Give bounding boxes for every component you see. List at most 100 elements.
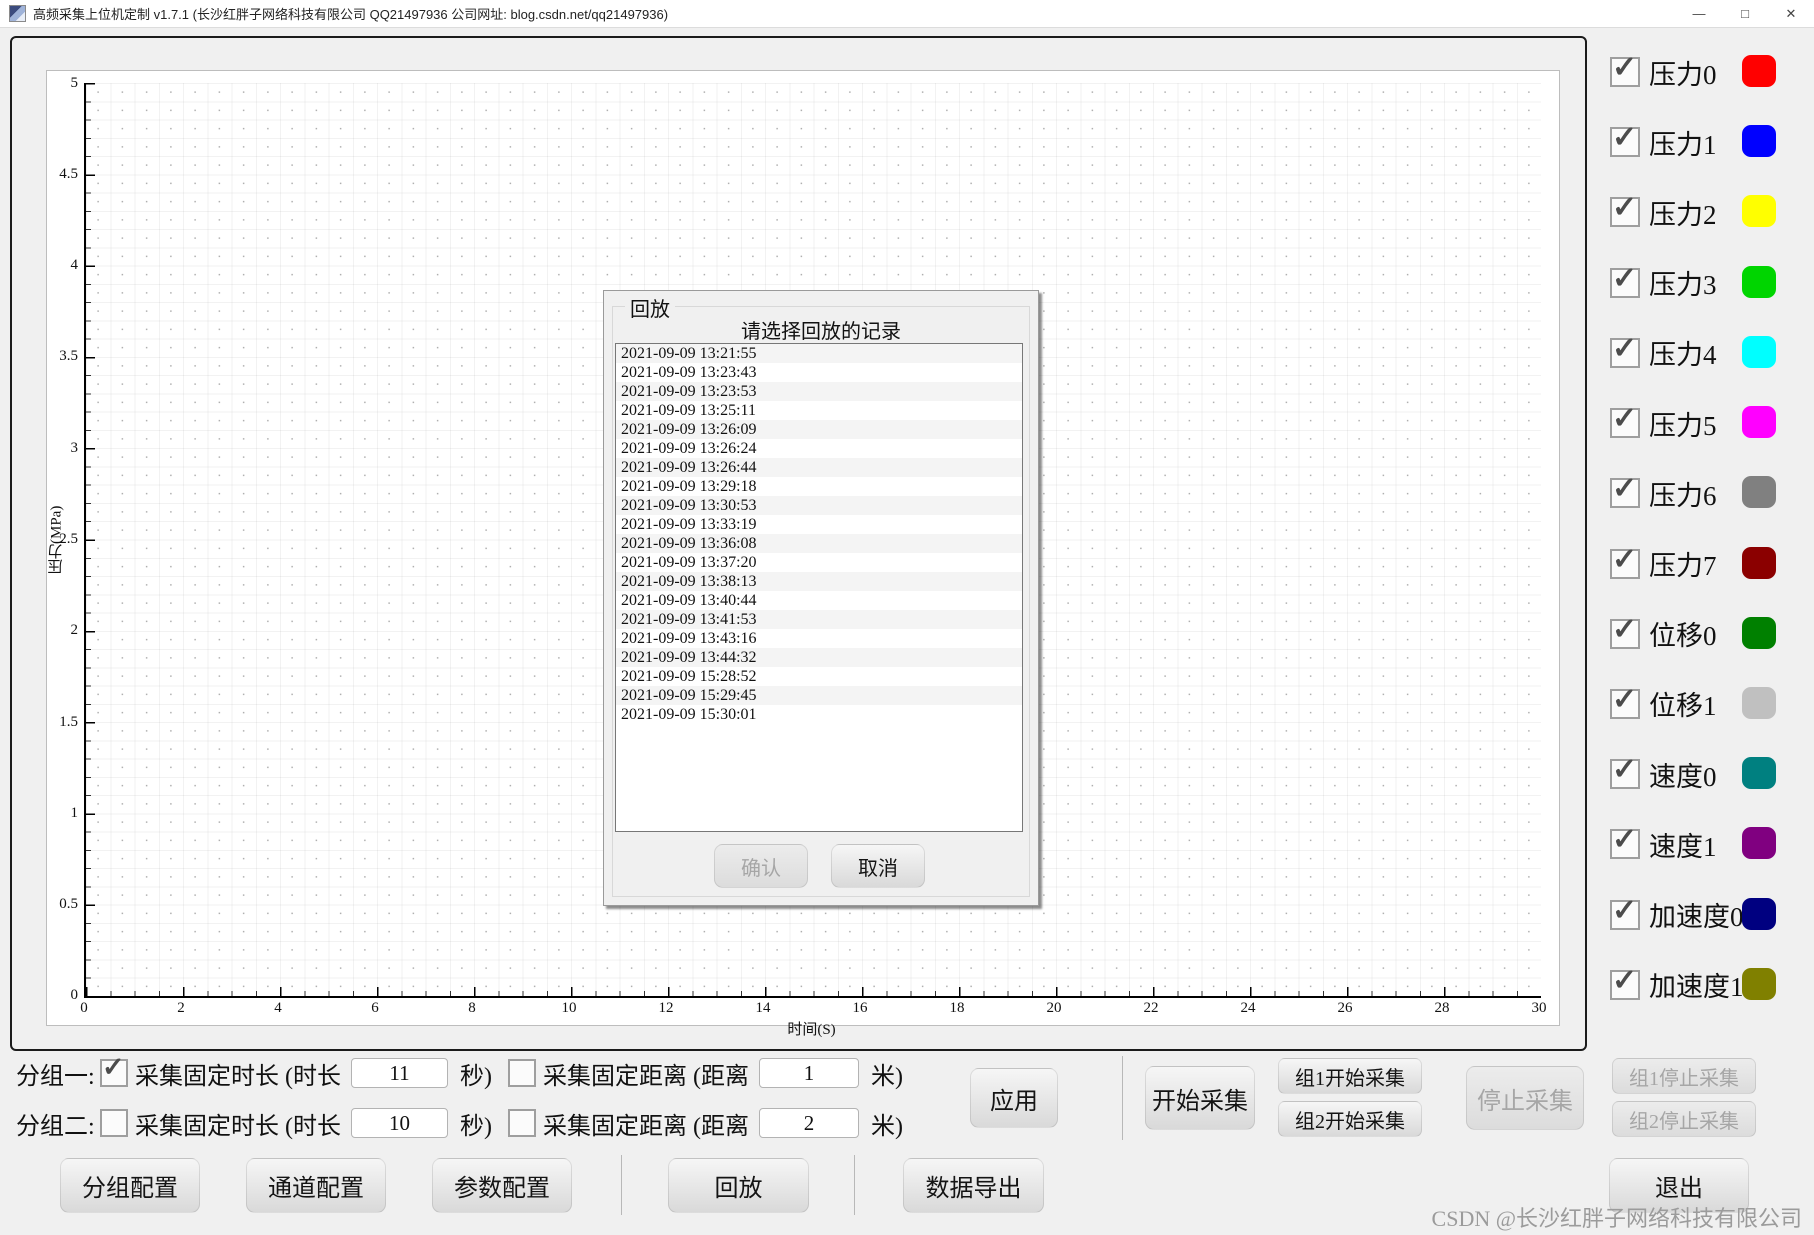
channel-row: 速度1 bbox=[1610, 822, 1806, 864]
fixed-duration-label: 采集固定时长 (时长 bbox=[135, 1113, 341, 1140]
channel-label: 压力6 bbox=[1649, 480, 1717, 511]
grouping-row: 分组一: 采集固定时长 (时长 11 秒) 采集固定距离 (距离 1 米) bbox=[16, 1052, 916, 1090]
fixed-duration-checkbox[interactable] bbox=[100, 1109, 128, 1137]
channel-row: 位移0 bbox=[1610, 612, 1806, 654]
distance-unit-label: 米) bbox=[871, 1113, 903, 1140]
fixed-distance-label: 采集固定距离 (距离 bbox=[543, 1113, 749, 1140]
grouping-settings: 分组一: 采集固定时长 (时长 11 秒) 采集固定距离 (距离 1 米) 分组… bbox=[16, 1052, 916, 1140]
fixed-distance-checkbox[interactable] bbox=[508, 1059, 536, 1087]
channel-checkbox[interactable] bbox=[1610, 963, 1640, 1000]
duration-input[interactable]: 10 bbox=[351, 1108, 448, 1138]
minimize-icon[interactable]: — bbox=[1676, 0, 1722, 27]
channel-checkbox[interactable] bbox=[1610, 261, 1640, 298]
channel-checkbox[interactable] bbox=[1610, 682, 1640, 719]
confirm-button[interactable]: 确认 bbox=[714, 844, 808, 888]
channel-label: 压力1 bbox=[1649, 129, 1717, 160]
channel-row: 压力5 bbox=[1610, 401, 1806, 443]
duration-input[interactable]: 11 bbox=[351, 1058, 448, 1088]
channel-label: 压力0 bbox=[1649, 59, 1717, 90]
record-list-item[interactable]: 2021-09-09 13:26:09 bbox=[616, 420, 1022, 439]
channel-color-swatch bbox=[1742, 125, 1776, 158]
window-controls: — □ ✕ bbox=[1676, 0, 1814, 27]
group1-start-button[interactable]: 组1开始采集 bbox=[1278, 1058, 1422, 1094]
channel-color-swatch bbox=[1742, 335, 1776, 368]
record-list-item[interactable]: 2021-09-09 13:41:53 bbox=[616, 610, 1022, 629]
channel-label: 压力3 bbox=[1649, 270, 1717, 301]
record-list-item[interactable]: 2021-09-09 15:29:45 bbox=[616, 686, 1022, 705]
channel-checkbox[interactable] bbox=[1610, 822, 1640, 860]
record-list-item[interactable]: 2021-09-09 13:43:16 bbox=[616, 629, 1022, 648]
record-list-item[interactable]: 2021-09-09 15:30:01 bbox=[616, 705, 1022, 724]
cancel-button[interactable]: 取消 bbox=[831, 844, 925, 888]
group2-stop-button[interactable]: 组2停止采集 bbox=[1612, 1101, 1756, 1137]
record-list-item[interactable]: 2021-09-09 13:21:55 bbox=[616, 344, 1022, 363]
channel-checkbox[interactable] bbox=[1610, 50, 1640, 87]
record-list-item[interactable]: 2021-09-09 13:36:08 bbox=[616, 534, 1022, 553]
channel-label: 压力2 bbox=[1649, 199, 1717, 230]
group-config-button[interactable]: 分组配置 bbox=[60, 1158, 200, 1213]
channel-checkbox[interactable] bbox=[1610, 401, 1640, 439]
record-list-item[interactable]: 2021-09-09 13:44:32 bbox=[616, 648, 1022, 667]
channel-row: 压力0 bbox=[1610, 50, 1806, 92]
channel-checkbox[interactable] bbox=[1610, 893, 1640, 930]
stop-capture-button[interactable]: 停止采集 bbox=[1466, 1066, 1584, 1130]
group1-stop-button[interactable]: 组1停止采集 bbox=[1612, 1058, 1756, 1094]
record-list-item[interactable]: 2021-09-09 13:40:44 bbox=[616, 591, 1022, 610]
record-list-item[interactable]: 2021-09-09 13:25:11 bbox=[616, 401, 1022, 420]
record-list-item[interactable]: 2021-09-09 13:37:20 bbox=[616, 553, 1022, 572]
channel-label: 压力7 bbox=[1649, 551, 1717, 582]
record-list-item[interactable]: 2021-09-09 13:29:18 bbox=[616, 477, 1022, 496]
channel-color-swatch bbox=[1742, 406, 1776, 439]
divider bbox=[854, 1155, 855, 1215]
group-name-label: 分组一: bbox=[16, 1063, 95, 1090]
record-list-item[interactable]: 2021-09-09 13:38:13 bbox=[616, 572, 1022, 591]
distance-input[interactable]: 1 bbox=[759, 1058, 859, 1088]
channel-checkbox[interactable] bbox=[1610, 612, 1640, 649]
channel-color-swatch bbox=[1742, 757, 1776, 790]
duration-unit-label: 秒) bbox=[460, 1113, 492, 1140]
channel-checkbox[interactable] bbox=[1610, 120, 1640, 158]
record-list-item[interactable]: 2021-09-09 15:28:52 bbox=[616, 667, 1022, 686]
channel-checkbox[interactable] bbox=[1610, 471, 1640, 509]
record-list-item[interactable]: 2021-09-09 13:26:24 bbox=[616, 439, 1022, 458]
fixed-duration-checkbox[interactable] bbox=[100, 1052, 128, 1087]
channel-checkbox[interactable] bbox=[1610, 542, 1640, 579]
duration-unit-label: 秒) bbox=[460, 1063, 492, 1090]
csdn-watermark: CSDN @长沙红胖子网络科技有限公司 bbox=[1431, 1206, 1802, 1231]
title-bar: 高频采集上位机定制 v1.7.1 (长沙红胖子网络科技有限公司 QQ214979… bbox=[0, 0, 1814, 28]
playback-button[interactable]: 回放 bbox=[668, 1158, 809, 1213]
start-capture-button[interactable]: 开始采集 bbox=[1145, 1066, 1255, 1130]
record-list-item[interactable]: 2021-09-09 13:33:19 bbox=[616, 515, 1022, 534]
channel-row: 压力6 bbox=[1610, 471, 1806, 513]
record-list[interactable]: 2021-09-09 13:21:55 2021-09-09 13:23:43 20… bbox=[615, 343, 1023, 832]
record-list-item[interactable]: 2021-09-09 13:23:43 bbox=[616, 363, 1022, 382]
channel-config-button[interactable]: 通道配置 bbox=[246, 1158, 386, 1213]
channel-row: 压力2 bbox=[1610, 190, 1806, 232]
channel-checkbox[interactable] bbox=[1610, 190, 1640, 228]
channel-color-swatch bbox=[1742, 827, 1776, 860]
maximize-icon[interactable]: □ bbox=[1722, 0, 1768, 27]
channel-label: 速度1 bbox=[1649, 831, 1717, 862]
channel-checkbox[interactable] bbox=[1610, 331, 1640, 368]
export-button[interactable]: 数据导出 bbox=[903, 1158, 1044, 1213]
channel-checkbox[interactable] bbox=[1610, 752, 1640, 790]
distance-input[interactable]: 2 bbox=[759, 1108, 859, 1138]
close-icon[interactable]: ✕ bbox=[1768, 0, 1814, 27]
param-config-button[interactable]: 参数配置 bbox=[432, 1158, 572, 1213]
playback-dialog: 回放 请选择回放的记录 2021-09-09 13:21:55 2021-09-0… bbox=[603, 290, 1039, 906]
channel-color-swatch bbox=[1742, 967, 1776, 1000]
record-list-item[interactable]: 2021-09-09 13:26:44 bbox=[616, 458, 1022, 477]
apply-button[interactable]: 应用 bbox=[970, 1068, 1058, 1128]
channel-color-swatch bbox=[1742, 616, 1776, 649]
channel-color-swatch bbox=[1742, 476, 1776, 509]
group2-start-button[interactable]: 组2开始采集 bbox=[1278, 1101, 1422, 1137]
record-list-item[interactable]: 2021-09-09 13:30:53 bbox=[616, 496, 1022, 515]
channel-color-swatch bbox=[1742, 55, 1776, 87]
x-axis-major-ticks bbox=[86, 987, 1541, 996]
record-list-item[interactable]: 2021-09-09 13:23:53 bbox=[616, 382, 1022, 401]
dialog-prompt: 请选择回放的记录 bbox=[741, 321, 901, 343]
channel-row: 位移1 bbox=[1610, 682, 1806, 724]
fixed-distance-checkbox[interactable] bbox=[508, 1109, 536, 1137]
divider bbox=[621, 1155, 622, 1215]
channel-label: 位移1 bbox=[1649, 691, 1717, 722]
